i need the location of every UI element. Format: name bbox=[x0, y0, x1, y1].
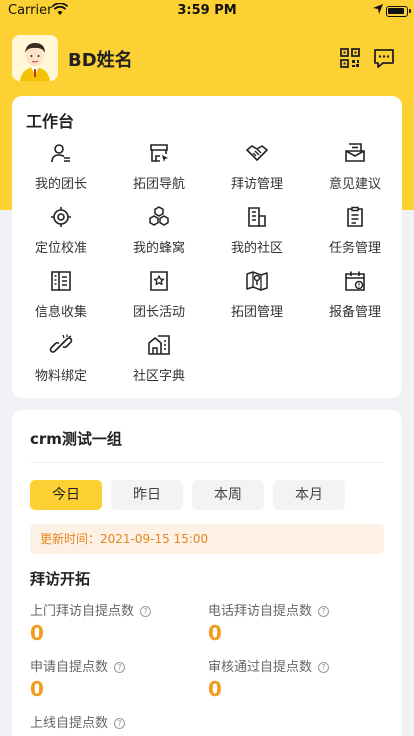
workbench-item-label: 团长活动 bbox=[132, 305, 185, 320]
qr-code-icon[interactable] bbox=[338, 46, 362, 70]
metric-item: 上线自提点数? 0 bbox=[30, 712, 126, 736]
metric-value: 0 bbox=[208, 621, 222, 645]
help-icon[interactable]: ? bbox=[318, 606, 330, 617]
metric-item: 电话拜访自提点数? 0 bbox=[208, 600, 330, 645]
workbench-item-label: 拓团导航 bbox=[132, 177, 185, 192]
link-icon bbox=[49, 334, 73, 353]
metric-value: 0 bbox=[30, 621, 44, 645]
user-name: BD姓名 bbox=[68, 50, 133, 71]
section-title: 拜访开拓 bbox=[30, 570, 91, 588]
message-icon[interactable] bbox=[372, 46, 396, 70]
workbench-item-expansion-management[interactable]: 拓团管理 bbox=[208, 269, 306, 333]
activity-icon bbox=[150, 271, 168, 291]
community-icon bbox=[248, 207, 266, 227]
workbench-item-hive[interactable]: 我的蜂窝 bbox=[110, 205, 208, 269]
workbench-item-info-collect[interactable]: 信息收集 bbox=[12, 269, 110, 333]
avatar-illustration bbox=[12, 35, 58, 81]
workbench-item-community-dictionary[interactable]: 社区字典 bbox=[110, 333, 208, 397]
divider bbox=[30, 462, 384, 463]
workbench-item-label: 定位校准 bbox=[34, 241, 87, 256]
navigation-icon bbox=[150, 144, 168, 162]
status-bar: Carrier 3:59 PM bbox=[0, 0, 414, 22]
task-icon bbox=[347, 206, 363, 227]
workbench-item-visit-management[interactable]: 拜访管理 bbox=[208, 141, 306, 205]
stats-card: crm测试一组 今日 昨日 本周 本月 更新时间：2021-09-15 15:0… bbox=[12, 410, 402, 736]
workbench-item-label: 信息收集 bbox=[34, 305, 87, 320]
help-icon[interactable]: ? bbox=[140, 606, 152, 617]
feedback-icon bbox=[345, 143, 365, 162]
help-icon[interactable]: ? bbox=[318, 662, 330, 673]
workbench-item-label: 拓团管理 bbox=[230, 305, 283, 320]
help-icon[interactable]: ? bbox=[114, 662, 126, 673]
workbench-item-leader-activity[interactable]: 团长活动 bbox=[110, 269, 208, 333]
workbench-item-navigation[interactable]: 拓团导航 bbox=[110, 141, 208, 205]
metric-item: 审核通过自提点数? 0 bbox=[208, 656, 330, 701]
help-icon[interactable]: ? bbox=[114, 718, 126, 729]
tab-yesterday[interactable]: 昨日 bbox=[111, 480, 183, 510]
hive-icon bbox=[149, 206, 169, 226]
avatar[interactable] bbox=[12, 35, 58, 81]
workbench-item-label: 拜访管理 bbox=[230, 177, 283, 192]
workbench-item-label: 社区字典 bbox=[132, 369, 185, 384]
leader-icon bbox=[51, 144, 70, 163]
workbench-item-tasks[interactable]: 任务管理 bbox=[306, 205, 404, 269]
workbench-item-my-leader[interactable]: 我的团长 bbox=[12, 141, 110, 205]
update-time-banner: 更新时间：2021-09-15 15:00 bbox=[30, 524, 384, 554]
tab-this-month[interactable]: 本月 bbox=[273, 480, 345, 510]
battery-icon bbox=[386, 6, 411, 17]
workbench-item-locate[interactable]: 定位校准 bbox=[12, 205, 110, 269]
location-arrow-icon bbox=[373, 4, 383, 14]
tab-today[interactable]: 今日 bbox=[30, 480, 102, 510]
workbench-item-report[interactable]: 报备管理 bbox=[306, 269, 404, 333]
dictionary-icon bbox=[148, 335, 170, 355]
report-icon bbox=[345, 271, 365, 291]
workbench-item-material-binding[interactable]: 物料绑定 bbox=[12, 333, 110, 397]
workbench-item-label: 我的蜂窝 bbox=[132, 241, 185, 256]
workbench-item-community[interactable]: 我的社区 bbox=[208, 205, 306, 269]
group-name: crm测试一组 bbox=[30, 430, 122, 448]
workbench-item-label: 意见建议 bbox=[328, 177, 381, 192]
metric-label: 上线自提点数 bbox=[30, 716, 109, 731]
workbench-item-label: 报备管理 bbox=[328, 305, 381, 320]
locate-icon bbox=[51, 207, 71, 227]
workbench-item-feedback[interactable]: 意见建议 bbox=[306, 141, 404, 205]
workbench-item-label: 任务管理 bbox=[328, 241, 381, 256]
clock: 3:59 PM bbox=[177, 3, 237, 18]
metric-item: 上门拜访自提点数? 0 bbox=[30, 600, 152, 645]
workbench-item-label: 物料绑定 bbox=[34, 369, 87, 384]
metric-label: 上门拜访自提点数 bbox=[30, 604, 135, 619]
tab-this-week[interactable]: 本周 bbox=[192, 480, 264, 510]
metric-label: 审核通过自提点数 bbox=[208, 660, 313, 675]
metric-item: 申请自提点数? 0 bbox=[30, 656, 126, 701]
info-collect-icon bbox=[51, 271, 71, 291]
workbench-item-label: 我的团长 bbox=[34, 177, 87, 192]
workbench-item-label: 我的社区 bbox=[230, 241, 283, 256]
map-icon bbox=[246, 271, 268, 291]
handshake-icon bbox=[246, 145, 268, 161]
metric-value: 0 bbox=[30, 677, 44, 701]
workbench-card: 工作台 我的团长 拓团导航 拜访管理 意见建议 定位校准 我的蜂窝 我的社区 任… bbox=[12, 96, 402, 398]
metric-value: 0 bbox=[208, 677, 222, 701]
metric-label: 申请自提点数 bbox=[30, 660, 109, 675]
workbench-title: 工作台 bbox=[26, 112, 75, 131]
metric-label: 电话拜访自提点数 bbox=[208, 604, 313, 619]
